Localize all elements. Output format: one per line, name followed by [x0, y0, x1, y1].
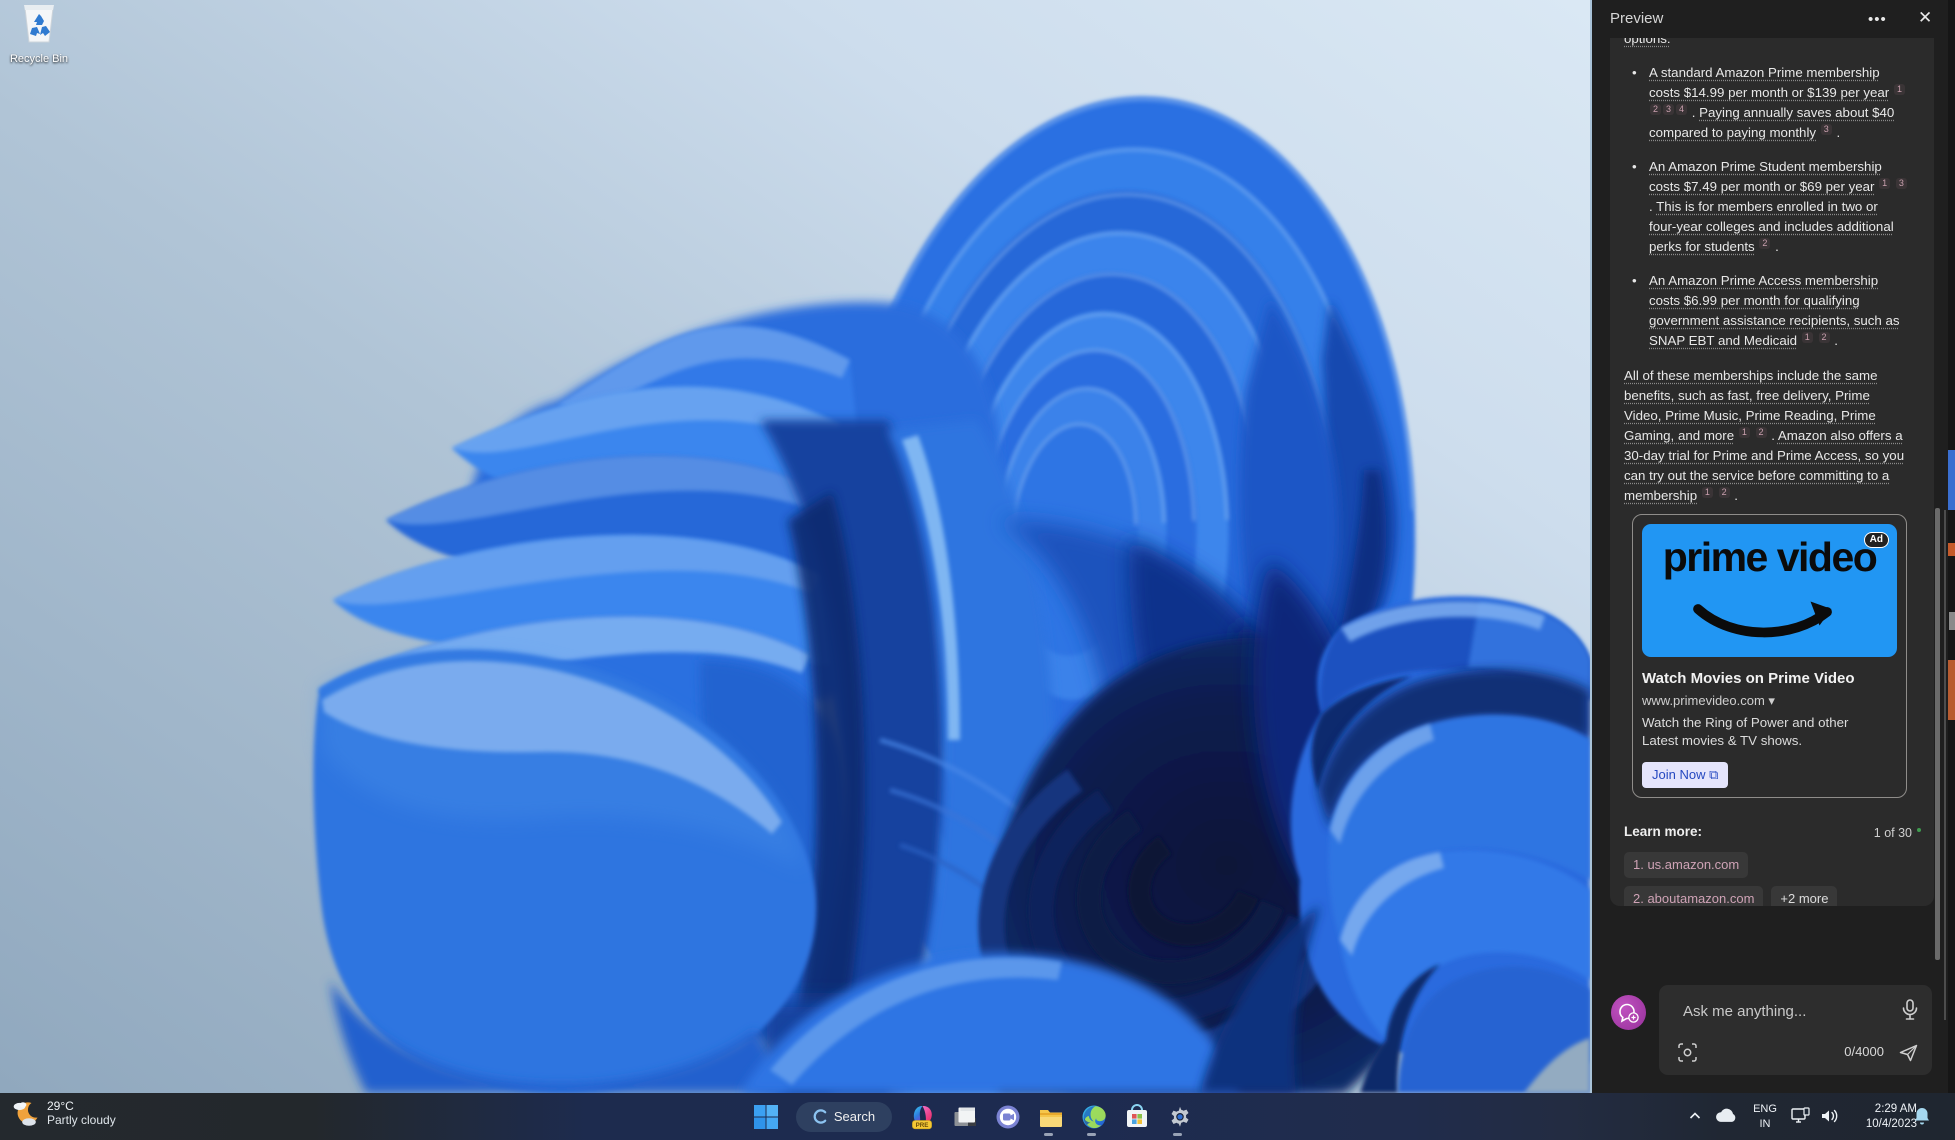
svg-text:PRE: PRE	[916, 1122, 929, 1129]
